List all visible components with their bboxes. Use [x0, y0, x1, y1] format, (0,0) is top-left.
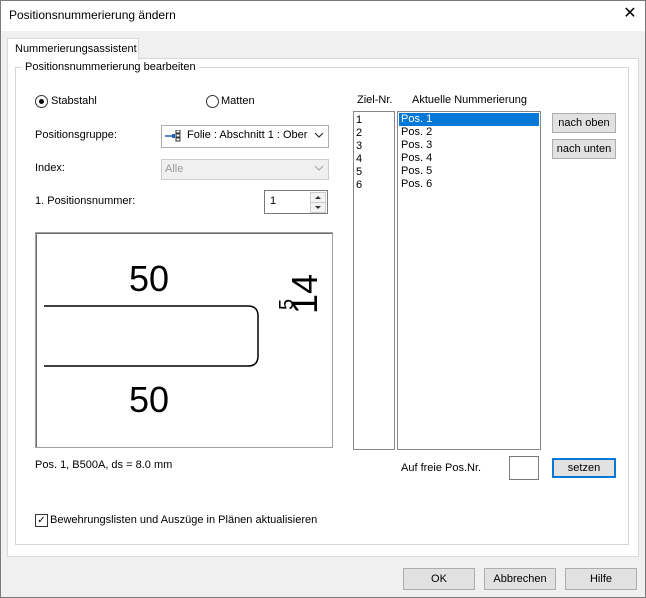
info-text: Pos. 1, B500A, ds = 8.0 mm	[35, 459, 173, 471]
nach-oben-button[interactable]: nach oben	[552, 113, 616, 133]
radio-stabstahl-label: Stabstahl	[51, 95, 97, 107]
list-item[interactable]: 3	[356, 140, 362, 152]
list-item[interactable]: Pos. 4	[401, 152, 432, 164]
radio-stabstahl[interactable]	[35, 95, 48, 108]
update-checkbox[interactable]: ✓	[35, 514, 48, 527]
tab-nummerierungsassistent[interactable]: Nummerierungsassistent	[7, 38, 139, 60]
layer-icon	[165, 130, 181, 142]
list-item[interactable]: Pos. 6	[401, 178, 432, 190]
radio-matten-label: Matten	[221, 95, 255, 107]
shape-preview: 50 50 14 5	[35, 232, 333, 448]
first-number-stepper[interactable]: 1	[264, 190, 328, 214]
chevron-down-icon	[314, 163, 324, 176]
update-checkbox-label: Bewehrungslisten und Auszüge in Plänen a…	[50, 514, 318, 526]
positionsgruppe-value: Folie : Abschnitt 1 : Ober	[187, 129, 308, 141]
list-item[interactable]: 1	[356, 114, 362, 126]
positionsgruppe-select[interactable]: Folie : Abschnitt 1 : Ober	[161, 125, 329, 148]
dim-top: 50	[129, 258, 170, 299]
index-value: Alle	[165, 163, 184, 175]
list-item[interactable]: 2	[356, 127, 362, 139]
positionsgruppe-label: Positionsgruppe:	[35, 129, 117, 141]
list-item[interactable]: 6	[356, 179, 362, 191]
ziel-header: Ziel-Nr.	[357, 94, 393, 106]
window-title: Positionsnummerierung ändern	[9, 8, 176, 22]
list-item-selected[interactable]: Pos. 1	[399, 113, 539, 126]
rebar-shape-drawing	[44, 305, 259, 367]
dim-bottom: 50	[129, 379, 170, 420]
ok-button[interactable]: OK	[403, 568, 475, 590]
list-item[interactable]: Pos. 2	[401, 126, 432, 138]
nach-unten-button[interactable]: nach unten	[552, 139, 616, 159]
list-item[interactable]: 4	[356, 153, 362, 165]
tab-label: Nummerierungsassistent	[15, 43, 137, 55]
hilfe-button[interactable]: Hilfe	[565, 568, 637, 590]
close-icon[interactable]: ✕	[620, 4, 640, 24]
chevron-down-icon	[314, 130, 324, 142]
aktuelle-header: Aktuelle Nummerierung	[412, 94, 527, 106]
free-pos-input[interactable]	[509, 456, 539, 480]
list-item[interactable]: 5	[356, 166, 362, 178]
free-pos-label: Auf freie Pos.Nr.	[401, 462, 482, 474]
list-item[interactable]: Pos. 3	[401, 139, 432, 151]
list-item-text: Pos. 1	[401, 113, 433, 125]
abbrechen-button[interactable]: Abbrechen	[484, 568, 556, 590]
radio-matten[interactable]	[206, 95, 219, 108]
ziel-list[interactable]: 1 2 3 4 5 6	[353, 111, 395, 450]
list-item[interactable]: Pos. 5	[401, 165, 432, 177]
index-label: Index:	[35, 162, 65, 174]
first-number-label: 1. Positionsnummer:	[35, 195, 136, 207]
dim-side-superscript: 5	[276, 298, 298, 310]
spin-down-icon[interactable]	[310, 202, 326, 213]
index-select[interactable]: Alle	[161, 159, 329, 180]
setzen-button[interactable]: setzen	[552, 458, 616, 478]
aktuelle-list[interactable]: Pos. 1 Pos. 2 Pos. 3 Pos. 4 Pos. 5 Pos. …	[397, 111, 541, 450]
group-label: Positionsnummerierung bearbeiten	[22, 61, 199, 73]
first-number-value: 1	[270, 195, 277, 207]
